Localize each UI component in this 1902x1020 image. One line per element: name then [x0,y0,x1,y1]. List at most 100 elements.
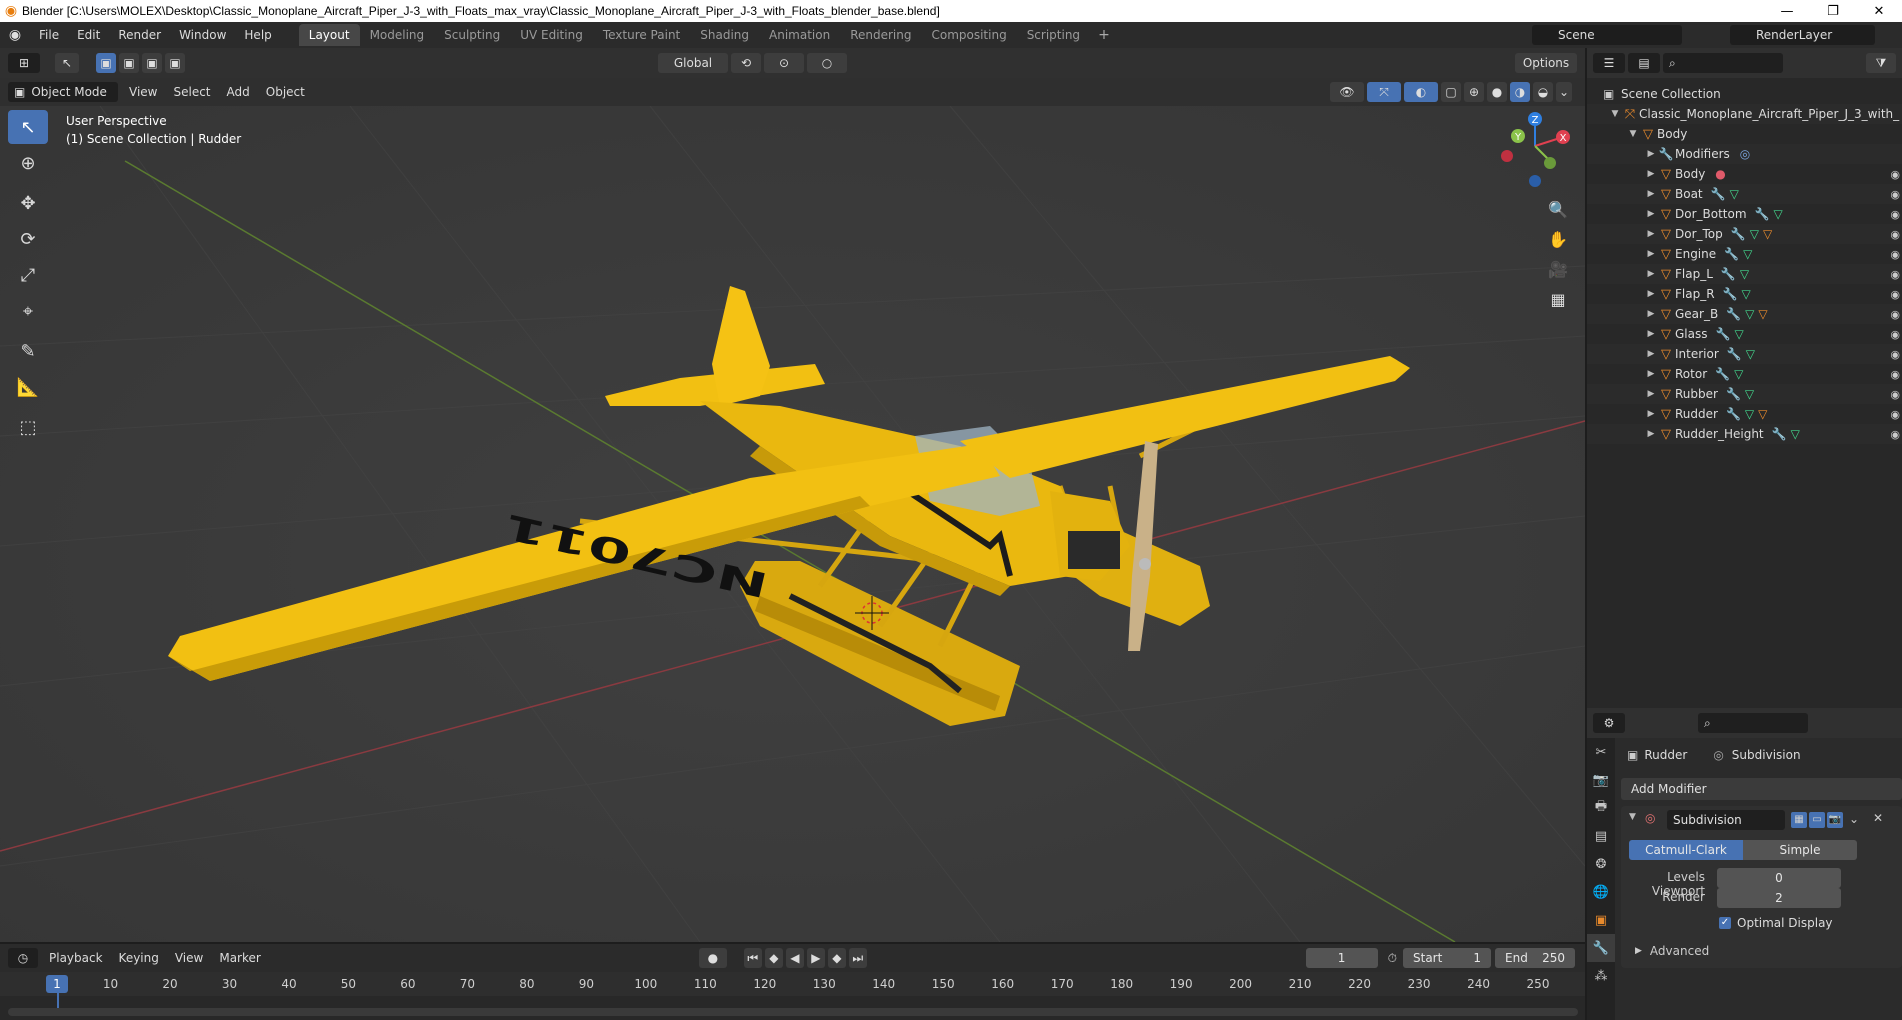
advanced-subpanel[interactable]: ▶ Advanced [1635,944,1709,958]
viewport-menu-select[interactable]: Select [165,85,218,99]
playhead[interactable]: 1 [46,975,68,993]
jump-keyframe-back-icon[interactable]: ◆ [764,948,783,968]
3d-viewport[interactable]: NC7011 Z X Y User Perspective (1) Scene … [0,106,1585,942]
add-modifier-button[interactable]: Add Modifier [1621,778,1902,800]
child-object-icon[interactable]: ▽ [1758,307,1767,321]
visibility-eye-icon[interactable]: ◉ [1890,228,1900,241]
modifier-wrench-icon[interactable]: 🔧 [1715,367,1730,381]
mesh-data-icon[interactable]: ▽ [1734,327,1743,341]
collapse-arrow-icon[interactable]: ▶ [1645,349,1657,359]
add-workspace-icon[interactable]: + [1090,27,1118,43]
pivot-point-icon[interactable]: ⟲ [731,53,761,73]
modifier-wrench-icon[interactable]: 🔧 [1727,347,1742,361]
visibility-eye-icon[interactable]: ◉ [1890,428,1900,441]
edit-mode-toggle-icon[interactable]: ▦ [1791,812,1807,828]
visibility-eye-icon[interactable]: ◉ [1890,408,1900,421]
outliner-row-scene-collection[interactable]: ▣ Scene Collection [1587,84,1902,104]
modifier-wrench-icon[interactable]: 🔧 [1755,207,1770,221]
properties-search-input[interactable]: ⌕ [1698,713,1808,733]
zoom-icon[interactable]: 🔍 [1543,194,1573,224]
tab-sculpting[interactable]: Sculpting [434,24,510,46]
outliner-row-object[interactable]: ▶ ▽ Gear_B 🔧 ▽ ▽ ◉ [1587,304,1902,324]
start-frame-field[interactable]: Start 1 [1403,948,1491,968]
display-mode-icon[interactable]: ▤ [1628,53,1660,73]
record-icon[interactable]: ● [698,948,727,968]
collapse-arrow-icon[interactable]: ▶ [1645,169,1657,179]
collapse-arrow-icon[interactable]: ▶ [1645,229,1657,239]
tab-compositing[interactable]: Compositing [921,24,1016,46]
options-dropdown[interactable]: Options [1515,53,1577,73]
transform-orientation-dropdown[interactable]: Global [658,53,728,73]
mesh-data-icon[interactable]: ▽ [1745,387,1754,401]
outliner-row-object[interactable]: ▶ ▽ Body ● ◉ [1587,164,1902,184]
move-tool-icon[interactable]: ✥ [8,186,48,220]
jump-keyframe-forward-icon[interactable]: ◆ [827,948,846,968]
visibility-eye-icon[interactable]: ◉ [1890,308,1900,321]
modifier-wrench-icon[interactable]: 🔧 [1721,267,1736,281]
minimize-icon[interactable]: — [1764,0,1810,22]
pan-hand-icon[interactable]: ✋ [1543,224,1573,254]
tool-tab-icon[interactable]: ✂ [1587,738,1615,766]
shading-rendered-icon[interactable]: ◒ [1533,82,1553,102]
tab-layout[interactable]: Layout [298,24,360,46]
levels-viewport-field[interactable]: 0 [1717,868,1841,888]
filter-icon[interactable]: ⧩ [1866,53,1896,73]
viewport-menu-view[interactable]: View [121,85,165,99]
timeline-editor-icon[interactable]: ◷ [8,948,38,968]
visibility-icon[interactable]: 👁 [1330,82,1364,102]
outliner-row-object[interactable]: ▶ ▽ Interior 🔧 ▽ ◉ [1587,344,1902,364]
collapse-arrow-icon[interactable]: ▶ [1645,289,1657,299]
visibility-eye-icon[interactable]: ◉ [1890,388,1900,401]
tweak-tool-icon[interactable]: ↖ [8,110,48,144]
measure-tool-icon[interactable]: 📐 [8,370,48,404]
outliner-row-modifiers[interactable]: ▶ 🔧 Modifiers ◎ [1587,144,1902,164]
mesh-data-icon[interactable]: ▽ [1745,307,1754,321]
outliner-row-object[interactable]: ▶ ▽ Rotor 🔧 ▽ ◉ [1587,364,1902,384]
collapse-arrow-icon[interactable]: ▶ [1645,369,1657,379]
editor-type-icon[interactable]: ⊞ [8,53,40,73]
close-icon[interactable]: ✕ [1856,0,1902,22]
modifier-wrench-icon[interactable]: 🔧 [1723,287,1738,301]
outliner-editor-icon[interactable]: ☰ [1593,53,1625,73]
render-toggle-icon[interactable]: 📷 [1827,812,1843,828]
outliner-row-object[interactable]: ▶ ▽ Boat 🔧 ▽ ◉ [1587,184,1902,204]
collapse-arrow-icon[interactable]: ▶ [1645,409,1657,419]
stopwatch-icon[interactable]: ⏱ [1388,951,1397,966]
mesh-data-icon[interactable]: ▽ [1742,287,1751,301]
tab-rendering[interactable]: Rendering [840,24,921,46]
outliner-search-input[interactable]: ⌕ [1663,53,1783,73]
outliner-row-object[interactable]: ▶ ▽ Flap_L 🔧 ▽ ◉ [1587,264,1902,284]
proportional-editing-icon[interactable]: ○ [807,53,847,73]
scene-selector[interactable]: Scene [1532,25,1682,45]
render-tab-icon[interactable]: 📷 [1587,766,1615,794]
timeline-body[interactable]: 1 10 20 30 40 50 60 70 80 90 100 110 120 130 140 150 16… [0,972,1585,1020]
timeline-menu-keying[interactable]: Keying [111,951,167,965]
jump-end-icon[interactable]: ⏭ [848,948,867,968]
rotate-tool-icon[interactable]: ⟳ [8,222,48,256]
timeline-ruler[interactable]: 1 10 20 30 40 50 60 70 80 90 100 110 120 130 140 150 16… [0,972,1585,996]
expand-arrow-icon[interactable]: ▼ [1627,129,1639,139]
scale-tool-icon[interactable]: ⤢ [8,258,48,292]
tab-scripting[interactable]: Scripting [1017,24,1090,46]
outliner-row-collection[interactable]: ▼ ⤧ Classic_Monoplane_Aircraft_Piper_J_3… [1587,104,1902,124]
child-object-icon[interactable]: ▽ [1758,407,1767,421]
viewport-toggle-icon[interactable]: ▭ [1809,812,1825,828]
current-frame-field[interactable]: 1 [1305,948,1378,968]
select-mode-new-icon[interactable]: ▣ [96,53,116,73]
collapse-arrow-icon[interactable]: ▶ [1645,269,1657,279]
collapse-arrow-icon[interactable]: ▶ [1645,429,1657,439]
timeline-menu-view[interactable]: View [167,951,211,965]
tab-shading[interactable]: Shading [690,24,759,46]
properties-editor-icon[interactable]: ⚙ [1593,713,1625,733]
visibility-eye-icon[interactable]: ◉ [1890,268,1900,281]
visibility-eye-icon[interactable]: ◉ [1890,288,1900,301]
visibility-eye-icon[interactable]: ◉ [1890,188,1900,201]
menu-edit[interactable]: Edit [68,22,109,48]
collapse-arrow-icon[interactable]: ▶ [1645,309,1657,319]
mesh-data-icon[interactable]: ▽ [1730,187,1739,201]
visibility-eye-icon[interactable]: ◉ [1890,348,1900,361]
outliner-row-object[interactable]: ▶ ▽ Glass 🔧 ▽ ◉ [1587,324,1902,344]
collapse-arrow-icon[interactable]: ▶ [1645,249,1657,259]
mesh-data-icon[interactable]: ▽ [1746,347,1755,361]
add-cube-tool-icon[interactable]: ⬚ [8,410,48,444]
